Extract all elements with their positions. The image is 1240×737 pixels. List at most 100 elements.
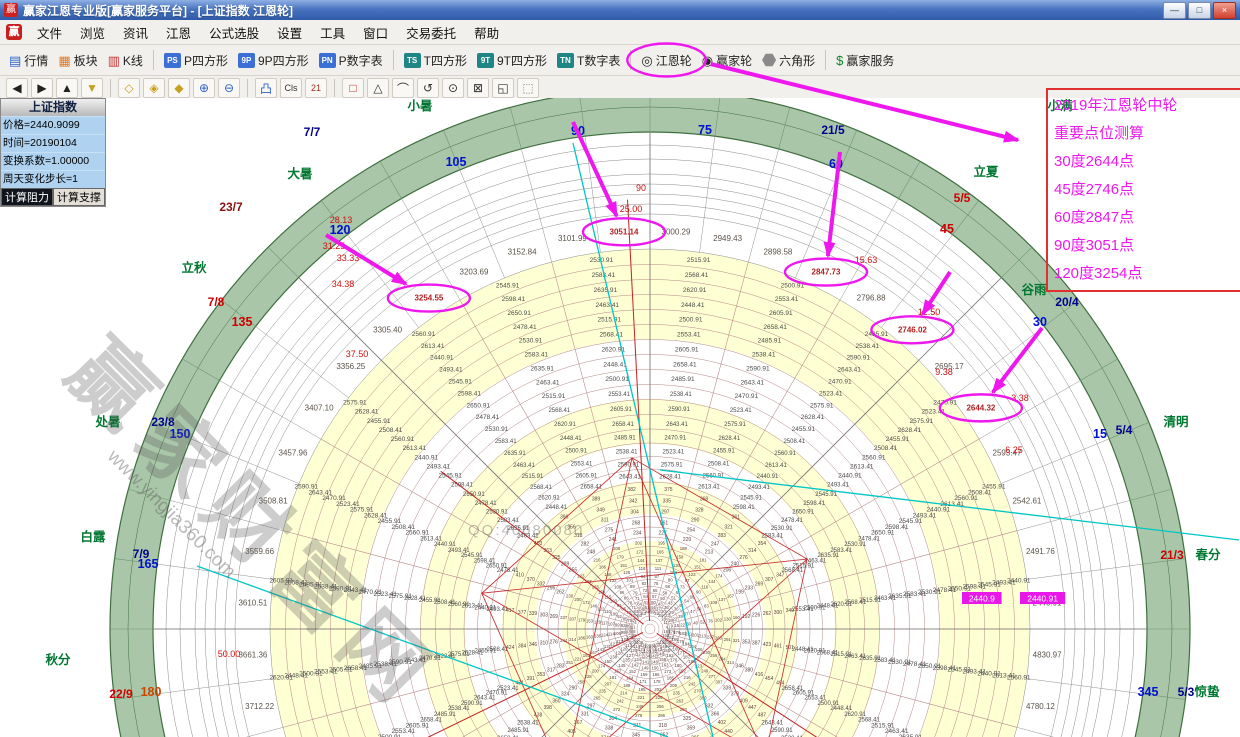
svg-text:72: 72: [643, 588, 648, 593]
menu-item-gann[interactable]: 江恩: [157, 21, 200, 44]
svg-text:2538.41: 2538.41: [856, 343, 880, 350]
calc-resistance-button[interactable]: 计算阻力: [1, 188, 53, 206]
svg-text:2635.91: 2635.91: [530, 366, 554, 373]
svg-text:31.25: 31.25: [323, 241, 346, 251]
diamond-tool-1[interactable]: ◇: [118, 78, 140, 98]
menu-item-formula-pick[interactable]: 公式选股: [200, 21, 268, 44]
zoom-out-button[interactable]: ⊖: [218, 78, 240, 98]
svg-text:2500.91: 2500.91: [817, 701, 839, 707]
menu-item-help[interactable]: 帮助: [465, 21, 508, 44]
circle-tool[interactable]: ⊙: [442, 78, 464, 98]
resize-tool[interactable]: ◱: [492, 78, 514, 98]
triangle-tool[interactable]: △: [367, 78, 389, 98]
menu-item-browse[interactable]: 浏览: [71, 21, 114, 44]
menu-item-settings[interactable]: 设置: [268, 21, 311, 44]
menu-item-tools[interactable]: 工具: [311, 21, 354, 44]
svg-text:251: 251: [566, 660, 574, 665]
p-table-button[interactable]: PNP数字表: [314, 49, 388, 72]
svg-text:2613.41: 2613.41: [698, 485, 720, 491]
svg-text:2485.91: 2485.91: [507, 728, 529, 734]
menubar: 赢 文件浏览资讯江恩公式选股设置工具窗口交易委托帮助: [0, 20, 1240, 45]
9p-square-button[interactable]: 9P9P四方形: [233, 49, 314, 72]
svg-text:2590.91: 2590.91: [746, 366, 770, 373]
sector-button[interactable]: ▦板块: [53, 49, 102, 72]
svg-text:181: 181: [699, 558, 707, 563]
p-square-button[interactable]: PSP四方形: [159, 49, 233, 72]
svg-text:34.38: 34.38: [332, 279, 355, 289]
zoom-in-button[interactable]: ⊕: [193, 78, 215, 98]
annotation-box: 2019年江恩轮中轮重要点位测算30度2644点45度2746点60度2847点…: [1046, 88, 1240, 292]
svg-text:221: 221: [574, 656, 582, 661]
svg-text:76: 76: [708, 619, 713, 624]
svg-text:3.38: 3.38: [1011, 393, 1029, 403]
svg-text:2553.41: 2553.41: [775, 296, 799, 303]
forward-button[interactable]: ▶: [31, 78, 53, 98]
menu-item-trade[interactable]: 交易委托: [397, 21, 465, 44]
svg-text:263: 263: [676, 699, 684, 704]
svg-text:2440.91: 2440.91: [838, 473, 862, 480]
svg-text:3457.96: 3457.96: [279, 449, 308, 458]
svg-text:187: 187: [683, 655, 691, 660]
diamond-tool-2[interactable]: ◈: [143, 78, 165, 98]
t-square-button[interactable]: TST四方形: [399, 49, 472, 72]
annotation-line: 90度3051点: [1054, 232, 1240, 260]
toolbar-separator: [630, 50, 631, 70]
svg-text:2508.41: 2508.41: [874, 445, 898, 452]
svg-text:5/3: 5/3: [1178, 685, 1195, 699]
svg-text:2650.91: 2650.91: [467, 402, 491, 409]
svg-text:3712.22: 3712.22: [245, 702, 274, 711]
menu-item-file[interactable]: 文件: [28, 21, 71, 44]
svg-text:2553.41: 2553.41: [571, 462, 593, 468]
svg-text:15: 15: [674, 623, 679, 628]
svg-text:202: 202: [635, 540, 643, 545]
gann-wheel-button[interactable]: ◎江恩轮: [636, 49, 696, 72]
arc-tool[interactable]: ⌒: [392, 78, 414, 98]
filter-button[interactable]: ▼: [81, 78, 103, 98]
maximize-button[interactable]: □: [1188, 2, 1211, 19]
svg-text:207: 207: [569, 616, 577, 621]
app-icon: 赢: [4, 3, 18, 17]
winner-service-button[interactable]: $赢家服务: [831, 49, 899, 72]
hexagon-button-label: 六角形: [779, 52, 815, 69]
delete-tool[interactable]: ⊠: [467, 78, 489, 98]
svg-text:2455.91: 2455.91: [792, 426, 816, 433]
winner-wheel-button[interactable]: ◉赢家轮: [697, 49, 757, 72]
panel-row-1: 时间=20190104: [1, 134, 105, 152]
svg-text:152: 152: [629, 669, 637, 674]
back-button[interactable]: ◀: [6, 78, 28, 98]
rect-tool[interactable]: □: [342, 78, 364, 98]
svg-text:105: 105: [446, 155, 467, 169]
minimize-button[interactable]: —: [1163, 2, 1186, 19]
svg-text:214: 214: [569, 637, 577, 642]
svg-text:2523.41: 2523.41: [497, 686, 519, 692]
svg-text:216: 216: [593, 558, 601, 563]
svg-text:2553.41: 2553.41: [792, 607, 814, 613]
calendar-button[interactable]: 21: [305, 78, 327, 98]
svg-text:2643.41: 2643.41: [619, 474, 641, 480]
svg-text:75: 75: [698, 123, 712, 137]
svg-text:2491.76: 2491.76: [1026, 547, 1055, 556]
svg-text:188: 188: [623, 683, 631, 688]
svg-text:256: 256: [710, 653, 718, 658]
calc-support-button[interactable]: 计算支撑: [53, 188, 105, 206]
rotate-tool[interactable]: ↺: [417, 78, 439, 98]
diamond-tool-3[interactable]: ◆: [168, 78, 190, 98]
quote-button[interactable]: ▤行情: [4, 49, 53, 72]
up-button[interactable]: ▲: [56, 78, 78, 98]
convex-tool[interactable]: 凸: [255, 78, 277, 98]
kline-button[interactable]: ▥K线: [103, 49, 148, 72]
svg-text:256: 256: [657, 704, 665, 709]
svg-text:162: 162: [667, 653, 675, 658]
close-button[interactable]: ×: [1213, 2, 1236, 19]
hexagon-button[interactable]: 六角形: [757, 49, 820, 72]
cls-button[interactable]: Cls: [280, 78, 302, 98]
9t-square-button[interactable]: 9T9T四方形: [472, 49, 552, 72]
svg-text:15: 15: [1093, 427, 1107, 441]
menu-item-window[interactable]: 窗口: [354, 21, 397, 44]
select-tool[interactable]: ⬚: [517, 78, 539, 98]
svg-text:3610.51: 3610.51: [238, 599, 267, 608]
menu-item-news[interactable]: 资讯: [114, 21, 157, 44]
t-table-button[interactable]: TNT数字表: [552, 49, 625, 72]
svg-text:353: 353: [537, 672, 546, 678]
svg-text:25.00: 25.00: [620, 204, 643, 214]
